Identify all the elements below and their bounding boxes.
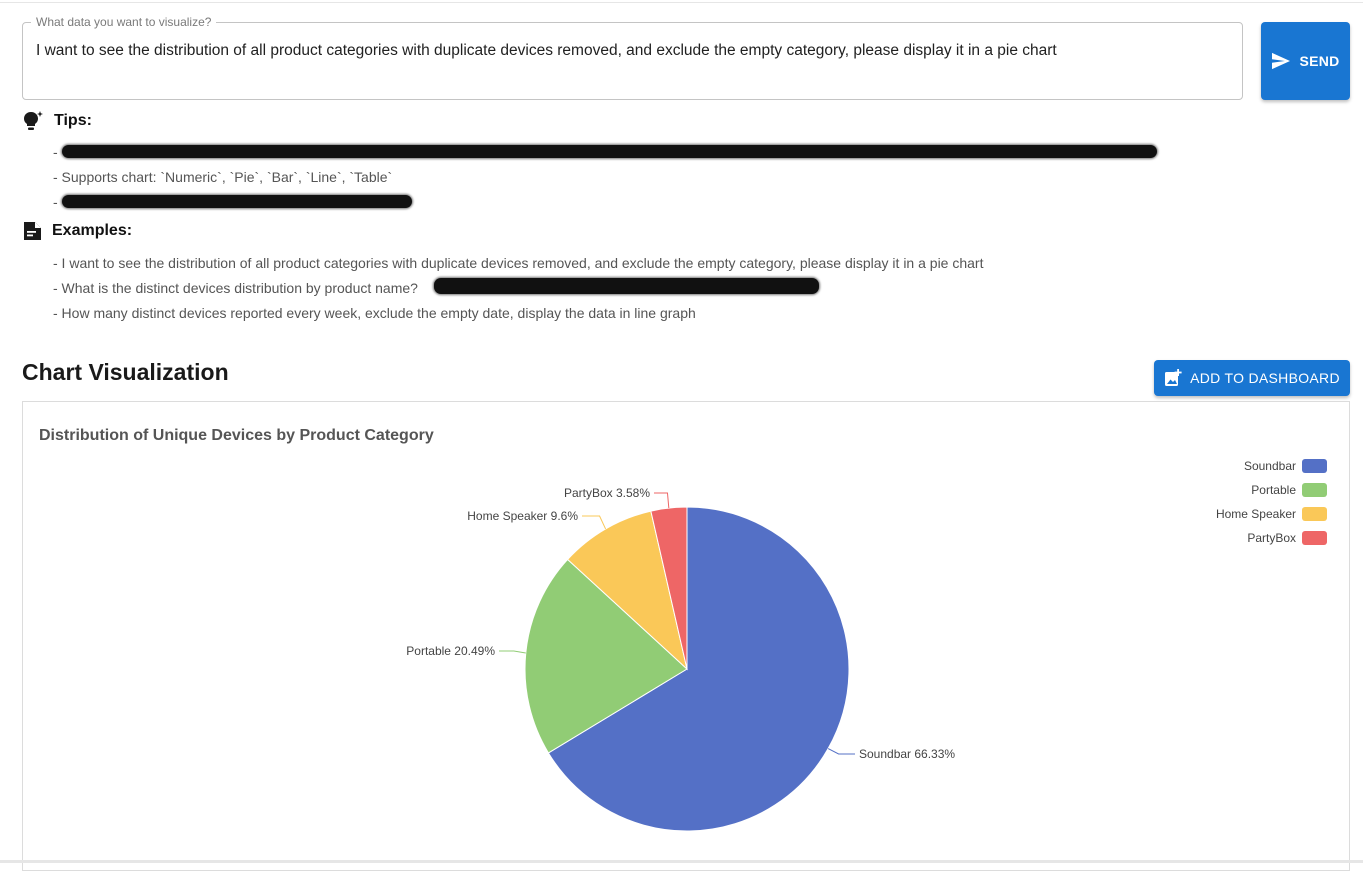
redaction-scribble: [62, 145, 1157, 158]
document-icon: [24, 222, 41, 240]
legend-item[interactable]: PartyBox: [1216, 530, 1327, 546]
chart-legend: Soundbar Portable Home Speaker PartyBox: [1216, 458, 1327, 546]
legend-swatch: [1302, 483, 1327, 497]
tips-heading-text: Tips:: [54, 112, 92, 129]
examples-heading-text: Examples:: [52, 222, 133, 239]
legend-label: Home Speaker: [1215, 507, 1296, 521]
redaction-scribble: [434, 278, 819, 294]
query-field-label: What data you want to visualize?: [31, 15, 217, 29]
tips-heading: Tips:: [22, 110, 92, 132]
pie-label: Home Speaker 9.6%: [467, 509, 578, 523]
pie-leader-line: [827, 748, 855, 755]
pie-label: Portable 20.49%: [406, 644, 495, 658]
tip-line-1: -: [53, 144, 58, 160]
tip-line-2: - Supports chart: `Numeric`, `Pie`, `Bar…: [53, 169, 393, 185]
query-input-text[interactable]: I want to see the distribution of all pr…: [36, 42, 1057, 60]
legend-swatch: [1302, 459, 1327, 473]
top-divider: [0, 2, 1363, 3]
pie-chart: Soundbar 66.33% Portable 20.49% Home Speak…: [406, 486, 955, 832]
legend-item[interactable]: Soundbar: [1216, 458, 1327, 474]
pie-label: PartyBox 3.58%: [564, 486, 650, 500]
legend-item[interactable]: Portable: [1216, 482, 1327, 498]
redaction-scribble: [62, 195, 412, 208]
add-photo-icon: [1165, 369, 1182, 386]
send-button[interactable]: SEND: [1261, 22, 1350, 100]
legend-swatch: [1302, 507, 1327, 521]
chart-visualization-heading: Chart Visualization: [22, 359, 229, 385]
pie-leader-line: [654, 492, 670, 509]
query-field[interactable]: What data you want to visualize? I want …: [22, 15, 1243, 100]
pie-leader-line: [499, 650, 526, 654]
example-line-1[interactable]: - I want to see the distribution of all …: [53, 255, 983, 271]
legend-label: Soundbar: [1243, 459, 1296, 473]
pie-leader-line: [582, 515, 607, 530]
pie-label: Soundbar 66.33%: [859, 747, 955, 761]
legend-item[interactable]: Home Speaker: [1216, 506, 1327, 522]
tip-line-3: -: [53, 194, 58, 210]
send-button-label: SEND: [1299, 53, 1340, 69]
add-to-dashboard-button[interactable]: ADD TO DASHBOARD: [1154, 360, 1350, 396]
legend-swatch: [1302, 531, 1327, 545]
add-to-dashboard-label: ADD TO DASHBOARD: [1190, 370, 1340, 386]
lightbulb-icon: [24, 111, 43, 130]
example-line-2[interactable]: - What is the distinct devices distribut…: [53, 280, 418, 296]
examples-heading: Examples:: [22, 221, 132, 241]
chart-card: Distribution of Unique Devices by Produc…: [22, 401, 1350, 871]
legend-label: PartyBox: [1247, 531, 1296, 545]
send-icon: [1272, 52, 1291, 70]
legend-label: Portable: [1251, 483, 1296, 497]
example-line-3[interactable]: - How many distinct devices reported eve…: [53, 305, 696, 321]
